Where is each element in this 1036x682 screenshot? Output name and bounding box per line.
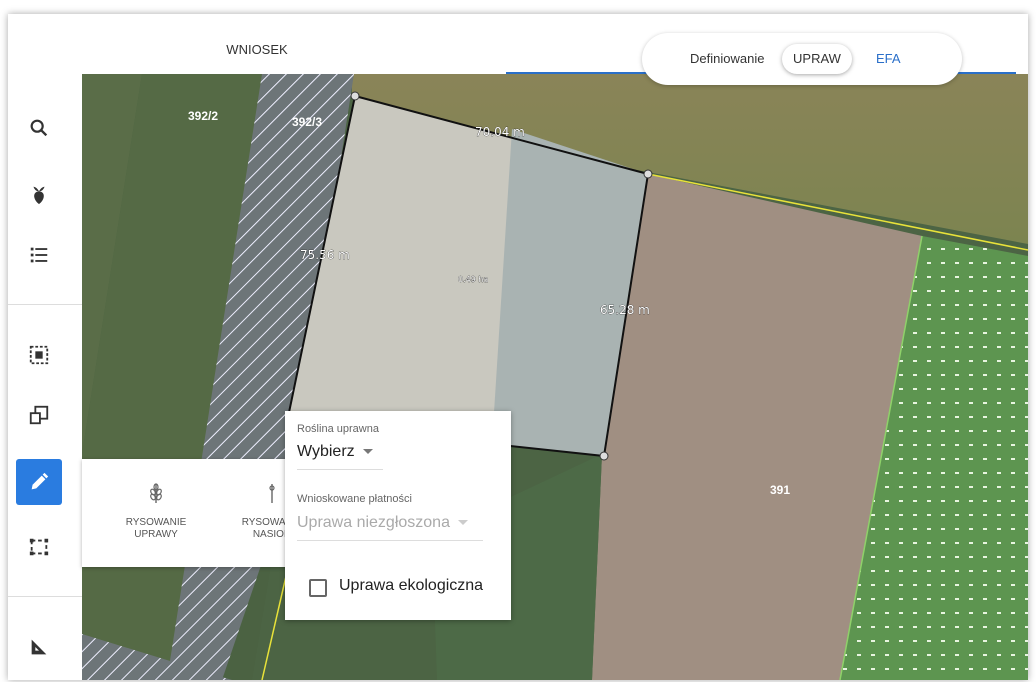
crop-form-panel: Roślina uprawna Wybierz Wnioskowane płat… bbox=[285, 411, 511, 620]
crops-button[interactable] bbox=[16, 172, 62, 218]
organic-checkbox[interactable] bbox=[309, 579, 327, 597]
measurement-top: 70.04 m bbox=[475, 125, 525, 139]
parcel-label: 391 bbox=[770, 483, 790, 497]
copy-button[interactable] bbox=[16, 392, 62, 438]
crop-select-value: Wybierz bbox=[297, 443, 355, 460]
toggle-efa[interactable]: EFA bbox=[876, 51, 901, 66]
ruler-icon bbox=[31, 639, 47, 655]
measurement-left: 75.56 m bbox=[300, 248, 350, 262]
measurement-right: 65.28 m bbox=[600, 303, 650, 317]
parcel-label: 392/2 bbox=[188, 109, 218, 123]
draw-button[interactable] bbox=[16, 459, 62, 505]
area-label: 0.49 ha bbox=[458, 275, 488, 284]
rectangle-select-button[interactable] bbox=[16, 524, 62, 570]
payments-field-label: Wnioskowane płatności bbox=[297, 493, 412, 505]
app-frame: WNIOSEK MAPA bbox=[8, 14, 1028, 680]
chevron-down-icon bbox=[362, 449, 373, 455]
chevron-down-icon bbox=[457, 520, 468, 526]
map-toolbar bbox=[8, 74, 82, 680]
toggle-label: Definiowanie bbox=[690, 51, 765, 66]
map-canvas[interactable]: 392/2 392/3 391 70.04 m 75.56 m 65.28 m … bbox=[82, 74, 1028, 680]
map-view[interactable]: 392/2 392/3 391 70.04 m 75.56 m 65.28 m … bbox=[82, 74, 1028, 680]
plant-icon bbox=[33, 186, 45, 205]
seed-icon bbox=[269, 484, 275, 503]
tab-wniosek[interactable]: WNIOSEK bbox=[8, 14, 506, 74]
draw-crop-button[interactable]: RYSOWANIE UPRAWY bbox=[96, 459, 216, 567]
draw-seed-button[interactable]: RYSOWANIE NASION bbox=[212, 459, 292, 567]
payments-select-value: Uprawa niezgłoszona bbox=[297, 514, 450, 531]
payments-select[interactable]: Uprawa niezgłoszona bbox=[297, 514, 468, 532]
toolbar-separator-2 bbox=[8, 596, 82, 597]
toggle-upraw[interactable]: UPRAW bbox=[782, 44, 852, 74]
list-button[interactable] bbox=[16, 232, 62, 278]
organic-checkbox-label[interactable]: Uprawa ekologiczna bbox=[339, 577, 483, 595]
payments-select-underline bbox=[297, 540, 483, 541]
rectangle-select-icon bbox=[29, 538, 49, 556]
draw-seed-label: RYSOWANIE NASION bbox=[241, 517, 292, 540]
parcel-label: 392/3 bbox=[292, 115, 322, 129]
search-icon bbox=[30, 119, 48, 137]
crop-select-underline bbox=[297, 469, 383, 470]
select-area-icon bbox=[29, 345, 49, 365]
toolbar-separator bbox=[8, 304, 82, 305]
copy-icon bbox=[29, 405, 49, 425]
pencil-icon bbox=[31, 472, 49, 490]
wheat-icon bbox=[150, 483, 162, 503]
definition-toggle: Definiowanie UPRAW EFA bbox=[642, 33, 962, 85]
draw-panel: RYSOWANIE UPRAWY RYSOWANIE NASION bbox=[82, 459, 292, 567]
crop-select[interactable]: Wybierz bbox=[297, 443, 373, 461]
select-area-button[interactable] bbox=[16, 332, 62, 378]
draw-crop-label: RYSOWANIE UPRAWY bbox=[125, 517, 187, 540]
list-icon bbox=[30, 247, 48, 263]
measure-button[interactable] bbox=[16, 624, 62, 670]
search-button[interactable] bbox=[16, 105, 62, 151]
crop-field-label: Roślina uprawna bbox=[297, 423, 379, 435]
